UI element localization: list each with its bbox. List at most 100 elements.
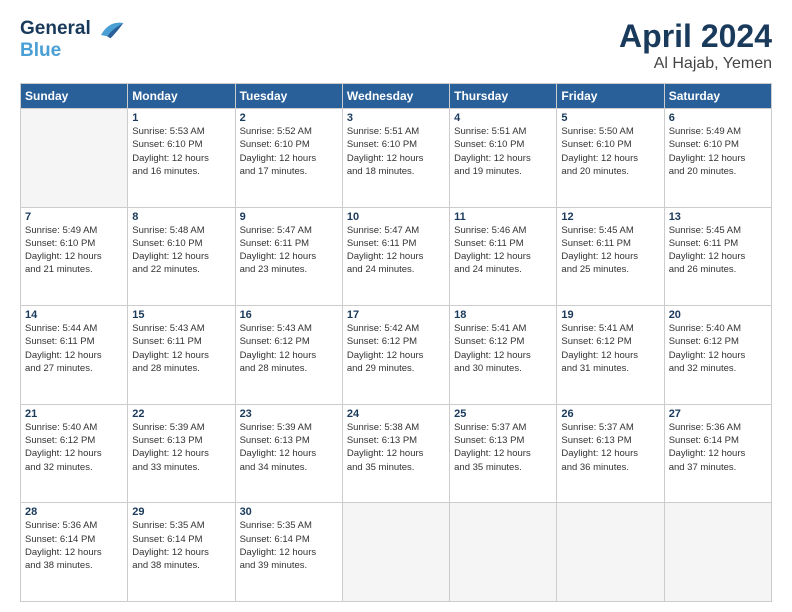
calendar-cell: 10Sunrise: 5:47 AMSunset: 6:11 PMDayligh…	[342, 207, 449, 306]
day-info: Sunrise: 5:46 AMSunset: 6:11 PMDaylight:…	[454, 224, 552, 277]
calendar-cell: 4Sunrise: 5:51 AMSunset: 6:10 PMDaylight…	[450, 109, 557, 208]
day-info: Sunrise: 5:52 AMSunset: 6:10 PMDaylight:…	[240, 125, 338, 178]
weekday-header-thursday: Thursday	[450, 84, 557, 109]
day-info: Sunrise: 5:37 AMSunset: 6:13 PMDaylight:…	[561, 421, 659, 474]
day-number: 10	[347, 211, 445, 223]
day-number: 24	[347, 408, 445, 420]
calendar-cell: 15Sunrise: 5:43 AMSunset: 6:11 PMDayligh…	[128, 306, 235, 405]
calendar-cell: 12Sunrise: 5:45 AMSunset: 6:11 PMDayligh…	[557, 207, 664, 306]
day-number: 15	[132, 309, 230, 321]
calendar-cell: 3Sunrise: 5:51 AMSunset: 6:10 PMDaylight…	[342, 109, 449, 208]
month-title: April 2024	[619, 18, 772, 55]
calendar-table: SundayMondayTuesdayWednesdayThursdayFrid…	[20, 83, 772, 602]
weekday-header-tuesday: Tuesday	[235, 84, 342, 109]
calendar-week-row: 1Sunrise: 5:53 AMSunset: 6:10 PMDaylight…	[21, 109, 772, 208]
day-number: 12	[561, 211, 659, 223]
day-info: Sunrise: 5:53 AMSunset: 6:10 PMDaylight:…	[132, 125, 230, 178]
day-info: Sunrise: 5:38 AMSunset: 6:13 PMDaylight:…	[347, 421, 445, 474]
day-info: Sunrise: 5:48 AMSunset: 6:10 PMDaylight:…	[132, 224, 230, 277]
day-number: 30	[240, 506, 338, 518]
logo-bird-icon	[93, 17, 125, 45]
calendar-cell: 29Sunrise: 5:35 AMSunset: 6:14 PMDayligh…	[128, 503, 235, 602]
calendar-cell	[450, 503, 557, 602]
calendar-cell: 28Sunrise: 5:36 AMSunset: 6:14 PMDayligh…	[21, 503, 128, 602]
weekday-header-sunday: Sunday	[21, 84, 128, 109]
calendar-cell: 30Sunrise: 5:35 AMSunset: 6:14 PMDayligh…	[235, 503, 342, 602]
weekday-header-monday: Monday	[128, 84, 235, 109]
day-number: 3	[347, 112, 445, 124]
day-number: 17	[347, 309, 445, 321]
day-info: Sunrise: 5:35 AMSunset: 6:14 PMDaylight:…	[240, 519, 338, 572]
day-info: Sunrise: 5:41 AMSunset: 6:12 PMDaylight:…	[454, 322, 552, 375]
weekday-header-wednesday: Wednesday	[342, 84, 449, 109]
day-number: 13	[669, 211, 767, 223]
calendar-cell: 23Sunrise: 5:39 AMSunset: 6:13 PMDayligh…	[235, 404, 342, 503]
day-number: 26	[561, 408, 659, 420]
day-info: Sunrise: 5:51 AMSunset: 6:10 PMDaylight:…	[347, 125, 445, 178]
day-info: Sunrise: 5:43 AMSunset: 6:12 PMDaylight:…	[240, 322, 338, 375]
calendar-week-row: 28Sunrise: 5:36 AMSunset: 6:14 PMDayligh…	[21, 503, 772, 602]
day-number: 9	[240, 211, 338, 223]
calendar-cell: 14Sunrise: 5:44 AMSunset: 6:11 PMDayligh…	[21, 306, 128, 405]
day-number: 20	[669, 309, 767, 321]
calendar-cell: 25Sunrise: 5:37 AMSunset: 6:13 PMDayligh…	[450, 404, 557, 503]
day-number: 22	[132, 408, 230, 420]
calendar-cell: 1Sunrise: 5:53 AMSunset: 6:10 PMDaylight…	[128, 109, 235, 208]
day-info: Sunrise: 5:36 AMSunset: 6:14 PMDaylight:…	[669, 421, 767, 474]
day-info: Sunrise: 5:45 AMSunset: 6:11 PMDaylight:…	[561, 224, 659, 277]
calendar-cell: 2Sunrise: 5:52 AMSunset: 6:10 PMDaylight…	[235, 109, 342, 208]
day-number: 1	[132, 112, 230, 124]
weekday-header-row: SundayMondayTuesdayWednesdayThursdayFrid…	[21, 84, 772, 109]
calendar-cell: 19Sunrise: 5:41 AMSunset: 6:12 PMDayligh…	[557, 306, 664, 405]
calendar-cell: 6Sunrise: 5:49 AMSunset: 6:10 PMDaylight…	[664, 109, 771, 208]
day-info: Sunrise: 5:39 AMSunset: 6:13 PMDaylight:…	[132, 421, 230, 474]
day-number: 16	[240, 309, 338, 321]
logo: GeneralBlue	[20, 18, 125, 62]
calendar-cell: 24Sunrise: 5:38 AMSunset: 6:13 PMDayligh…	[342, 404, 449, 503]
calendar-cell: 26Sunrise: 5:37 AMSunset: 6:13 PMDayligh…	[557, 404, 664, 503]
day-info: Sunrise: 5:43 AMSunset: 6:11 PMDaylight:…	[132, 322, 230, 375]
calendar-cell	[664, 503, 771, 602]
day-info: Sunrise: 5:39 AMSunset: 6:13 PMDaylight:…	[240, 421, 338, 474]
calendar-cell: 16Sunrise: 5:43 AMSunset: 6:12 PMDayligh…	[235, 306, 342, 405]
calendar-week-row: 21Sunrise: 5:40 AMSunset: 6:12 PMDayligh…	[21, 404, 772, 503]
day-number: 27	[669, 408, 767, 420]
day-info: Sunrise: 5:41 AMSunset: 6:12 PMDaylight:…	[561, 322, 659, 375]
day-info: Sunrise: 5:37 AMSunset: 6:13 PMDaylight:…	[454, 421, 552, 474]
page: GeneralBlue April 2024 Al Hajab, Yemen S…	[0, 0, 792, 612]
day-number: 11	[454, 211, 552, 223]
day-info: Sunrise: 5:40 AMSunset: 6:12 PMDaylight:…	[25, 421, 123, 474]
calendar-week-row: 14Sunrise: 5:44 AMSunset: 6:11 PMDayligh…	[21, 306, 772, 405]
calendar-cell: 17Sunrise: 5:42 AMSunset: 6:12 PMDayligh…	[342, 306, 449, 405]
day-info: Sunrise: 5:45 AMSunset: 6:11 PMDaylight:…	[669, 224, 767, 277]
day-number: 28	[25, 506, 123, 518]
day-info: Sunrise: 5:47 AMSunset: 6:11 PMDaylight:…	[347, 224, 445, 277]
day-info: Sunrise: 5:50 AMSunset: 6:10 PMDaylight:…	[561, 125, 659, 178]
day-info: Sunrise: 5:49 AMSunset: 6:10 PMDaylight:…	[25, 224, 123, 277]
calendar-cell: 22Sunrise: 5:39 AMSunset: 6:13 PMDayligh…	[128, 404, 235, 503]
title-block: April 2024 Al Hajab, Yemen	[619, 18, 772, 73]
calendar-cell: 13Sunrise: 5:45 AMSunset: 6:11 PMDayligh…	[664, 207, 771, 306]
day-number: 21	[25, 408, 123, 420]
day-number: 29	[132, 506, 230, 518]
day-info: Sunrise: 5:35 AMSunset: 6:14 PMDaylight:…	[132, 519, 230, 572]
day-number: 25	[454, 408, 552, 420]
day-number: 4	[454, 112, 552, 124]
day-number: 23	[240, 408, 338, 420]
weekday-header-saturday: Saturday	[664, 84, 771, 109]
calendar-cell	[21, 109, 128, 208]
calendar-cell	[557, 503, 664, 602]
calendar-cell: 7Sunrise: 5:49 AMSunset: 6:10 PMDaylight…	[21, 207, 128, 306]
calendar-cell: 21Sunrise: 5:40 AMSunset: 6:12 PMDayligh…	[21, 404, 128, 503]
day-number: 5	[561, 112, 659, 124]
day-number: 19	[561, 309, 659, 321]
weekday-header-friday: Friday	[557, 84, 664, 109]
calendar-cell: 5Sunrise: 5:50 AMSunset: 6:10 PMDaylight…	[557, 109, 664, 208]
day-info: Sunrise: 5:49 AMSunset: 6:10 PMDaylight:…	[669, 125, 767, 178]
day-number: 2	[240, 112, 338, 124]
day-number: 7	[25, 211, 123, 223]
calendar-cell: 9Sunrise: 5:47 AMSunset: 6:11 PMDaylight…	[235, 207, 342, 306]
header: GeneralBlue April 2024 Al Hajab, Yemen	[20, 18, 772, 73]
calendar-cell: 8Sunrise: 5:48 AMSunset: 6:10 PMDaylight…	[128, 207, 235, 306]
day-info: Sunrise: 5:40 AMSunset: 6:12 PMDaylight:…	[669, 322, 767, 375]
